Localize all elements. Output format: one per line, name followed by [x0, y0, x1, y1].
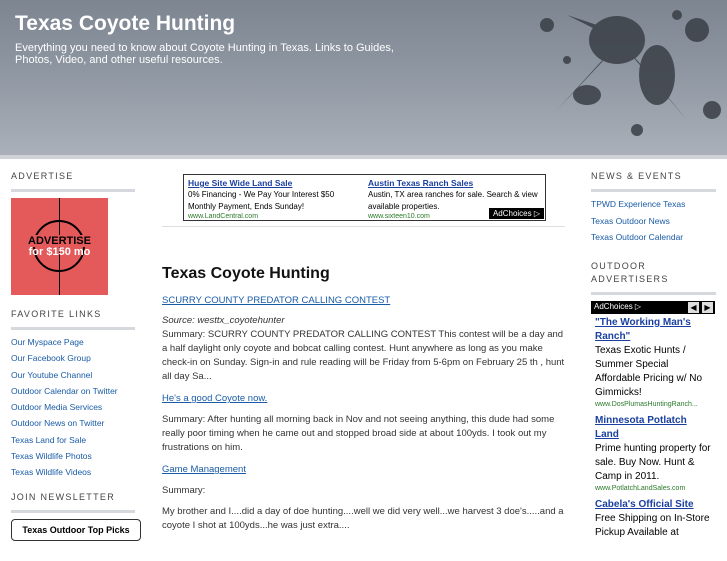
- header-divider: [0, 155, 727, 159]
- advertiser-url[interactable]: www.PotlatchLandSales.com: [595, 484, 711, 494]
- entry-summary: Summary:: [162, 485, 206, 496]
- advertiser-text: Texas Exotic Hunts / Summer Special Affo…: [595, 344, 703, 398]
- outdoor-advertisers-heading: OUTDOOR ADVERTISERS: [591, 260, 716, 295]
- advertise-banner-line2: for $150 mo: [28, 246, 91, 258]
- advertiser-title[interactable]: "The Working Man's Ranch": [595, 316, 711, 344]
- advertiser-text: Free Shipping on In-Store Pickup Availab…: [595, 512, 710, 538]
- ad-text: 0% Financing - We Pay Your Interest $50 …: [188, 190, 335, 211]
- advertiser-item: "The Working Man's Ranch" Texas Exotic H…: [591, 314, 715, 412]
- favorite-link[interactable]: Texas Wildlife Videos: [11, 466, 135, 482]
- newsletter-signup-button[interactable]: Texas Outdoor Top Picks: [11, 518, 141, 541]
- ad-title[interactable]: Huge Site Wide Land Sale: [188, 178, 360, 188]
- advertiser-item: Minnesota Potlatch Land Prime hunting pr…: [591, 412, 715, 496]
- prev-arrow-icon[interactable]: ◀: [688, 301, 699, 313]
- favorite-link[interactable]: Texas Wildlife Photos: [11, 450, 135, 466]
- news-events-heading: NEWS & EVENTS: [591, 170, 716, 192]
- favorite-link[interactable]: Our Facebook Group: [11, 352, 135, 368]
- favorite-links-heading: FAVORITE LINKS: [11, 308, 135, 330]
- post-title: Texas Coyote Hunting: [162, 265, 330, 282]
- next-arrow-icon[interactable]: ▶: [702, 301, 713, 313]
- advertiser-item: Cabela's Official Site Free Shipping on …: [591, 496, 715, 542]
- news-links-list: TPWD Experience Texas Texas Outdoor News…: [591, 198, 716, 248]
- favorite-link[interactable]: Texas Land for Sale: [11, 434, 135, 450]
- news-link[interactable]: Texas Outdoor Calendar: [591, 231, 716, 248]
- join-newsletter-heading: JOIN NEWSLETTER: [11, 491, 135, 513]
- advertisers-ad-unit: AdChoices ▷ ◀ ▶ "The Working Man's Ranch…: [591, 300, 715, 561]
- adchoices-button[interactable]: AdChoices ▷: [488, 208, 544, 219]
- right-sidebar: NEWS & EVENTS TPWD Experience Texas Texa…: [591, 170, 716, 561]
- favorite-link[interactable]: Our Myspace Page: [11, 336, 135, 352]
- paint-splatter-graphic: [540, 10, 721, 136]
- ad-url[interactable]: www.LandCentral.com: [188, 213, 360, 219]
- content-divider: [162, 226, 565, 227]
- favorite-link[interactable]: Outdoor News on Twitter: [11, 417, 135, 433]
- entry-text: My brother and I....did a day of doe hun…: [162, 506, 564, 531]
- adchoices-button[interactable]: AdChoices ▷: [594, 302, 641, 311]
- left-sidebar: ADVERTISE ADVERTISE for $150 mo FAVORITE…: [11, 170, 141, 541]
- top-ad-unit: Huge Site Wide Land Sale 0% Financing - …: [183, 174, 546, 221]
- entry-source: Source: westtx_coyotehunter: [162, 315, 285, 326]
- advertiser-text: Prime hunting property for sale. Buy Now…: [595, 442, 711, 482]
- favorite-link[interactable]: Outdoor Calendar on Twitter: [11, 385, 135, 401]
- advertise-heading: ADVERTISE: [11, 170, 135, 192]
- advertise-banner[interactable]: ADVERTISE for $150 mo: [11, 198, 108, 295]
- advertiser-title[interactable]: Minnesota Potlatch Land: [595, 414, 711, 442]
- advertiser-url[interactable]: www.DosPlumasHuntingRanch...: [595, 400, 711, 410]
- advertiser-title[interactable]: Cabela's Official Site: [595, 498, 711, 512]
- entry-link[interactable]: He's a good Coyote now.: [162, 392, 565, 406]
- ad-title[interactable]: Austin Texas Ranch Sales: [368, 178, 540, 188]
- site-description: Everything you need to know about Coyote…: [15, 42, 394, 66]
- site-title[interactable]: Texas Coyote Hunting: [15, 12, 235, 36]
- news-link[interactable]: Texas Outdoor News: [591, 215, 716, 232]
- favorite-links-list: Our Myspace Page Our Facebook Group Our …: [11, 336, 135, 483]
- post-body: SCURRY COUNTY PREDATOR CALLING CONTEST S…: [162, 294, 565, 533]
- entry-summary: Summary: SCURRY COUNTY PREDATOR CALLING …: [162, 329, 565, 382]
- ad-bar: AdChoices ▷ ◀ ▶: [591, 300, 715, 314]
- news-link[interactable]: TPWD Experience Texas: [591, 198, 716, 215]
- entry-link[interactable]: Game Management: [162, 463, 565, 477]
- entry-link[interactable]: SCURRY COUNTY PREDATOR CALLING CONTEST: [162, 294, 565, 308]
- favorite-link[interactable]: Our Youtube Channel: [11, 369, 135, 385]
- site-header: Texas Coyote Hunting Everything you need…: [0, 0, 727, 155]
- favorite-link[interactable]: Outdoor Media Services: [11, 401, 135, 417]
- entry-summary: Summary: After hunting all morning back …: [162, 414, 555, 453]
